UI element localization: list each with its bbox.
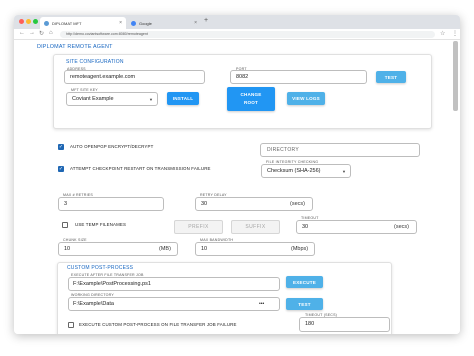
on-failure-label: EXECUTE CUSTOM POST-PROCESS ON FILE TRAN…	[79, 322, 237, 327]
max-bandwidth-value: 10	[201, 246, 208, 252]
page-content: DIPLOMAT REMOTE AGENT SITE CONFIGURATION…	[14, 40, 460, 334]
chevron-down-icon: ▼	[342, 169, 346, 174]
scrollbar-thumb[interactable]	[453, 41, 458, 111]
port-field[interactable]: 8082	[230, 70, 367, 84]
post-process-title: CUSTOM POST-PROCESS	[67, 265, 134, 271]
tab-google[interactable]: Google ×	[127, 17, 201, 29]
tab-diplomat-mft[interactable]: DIPLOMAT MFT ×	[40, 17, 126, 29]
working-directory-field[interactable]: F:\Example\Data •••	[68, 297, 280, 311]
retry-delay-value: 30	[201, 201, 208, 207]
temp-filenames-checkbox[interactable]	[62, 222, 68, 228]
new-tab-button[interactable]: +	[204, 17, 208, 24]
retry-delay-unit: (secs)	[290, 201, 305, 207]
on-failure-checkbox[interactable]	[68, 322, 74, 328]
post-timeout-field[interactable]: 180	[299, 317, 390, 332]
max-retries-field[interactable]: 3	[58, 197, 164, 211]
working-directory-value: F:\Example\Data	[73, 301, 114, 307]
chevron-down-icon: ▼	[149, 97, 153, 102]
execute-after-value: F:\Example\PostProcessing.ps1	[73, 281, 151, 287]
tab-label: DIPLOMAT MFT	[52, 20, 82, 26]
auto-openpgp-checkbox[interactable]: ✓	[58, 144, 64, 150]
timeout-value: 30	[302, 224, 309, 230]
chunk-size-field[interactable]: 10 (MB)	[58, 242, 178, 256]
view-logs-button[interactable]: VIEW LOGS	[287, 92, 325, 105]
diplomat-favicon-icon	[44, 20, 49, 26]
execute-button[interactable]: EXECUTE	[286, 276, 323, 288]
back-icon[interactable]: ←	[19, 30, 25, 36]
auto-openpgp-label: AUTO OPENPGP ENCRYPT/DECRYPT	[70, 144, 154, 149]
tab-bar: DIPLOMAT MFT × Google × +	[14, 15, 460, 29]
max-retries-value: 3	[64, 201, 68, 207]
change-root-button[interactable]: CHANGE ROOT	[227, 87, 275, 111]
integrity-value: Checksum (SHA-256)	[267, 168, 321, 174]
directory-field[interactable]: DIRECTORY	[260, 143, 420, 157]
post-process-test-button[interactable]: TEST	[286, 298, 323, 310]
url-input[interactable]: http://demo.coviantsoftware.com:8080/rem…	[60, 31, 435, 38]
site-configuration-panel: SITE CONFIGURATION ADDRESS remoteagent.e…	[53, 54, 432, 129]
timeout-unit: (secs)	[394, 224, 409, 230]
max-bandwidth-field[interactable]: 10 (Mbps)	[195, 242, 315, 256]
site-test-button[interactable]: TEST	[376, 71, 406, 83]
chunk-size-value: 10	[64, 246, 71, 252]
post-timeout-value: 180	[305, 321, 315, 327]
home-icon[interactable]: ⌂	[49, 30, 53, 36]
maximize-window-icon[interactable]	[33, 19, 38, 24]
forward-icon[interactable]: →	[29, 30, 35, 36]
address-bar: ← → ↻ ⌂ http://demo.coviantsoftware.com:…	[14, 29, 460, 40]
tab-close-icon[interactable]: ×	[194, 20, 197, 26]
site-key-select[interactable]: Coviant Example ▼	[66, 92, 158, 106]
chunk-size-unit: (MB)	[159, 246, 171, 252]
reload-icon[interactable]: ↻	[39, 30, 44, 37]
browse-more-icon[interactable]: •••	[259, 301, 264, 307]
port-value: 8082	[236, 74, 249, 80]
prefix-field: PREFIX	[174, 220, 223, 234]
checkpoint-restart-checkbox[interactable]: ✓	[58, 166, 64, 172]
site-key-value: Coviant Example	[72, 96, 114, 102]
address-field[interactable]: remoteagent.example.com	[64, 70, 205, 84]
tab-label: Google	[139, 20, 152, 26]
directory-placeholder: DIRECTORY	[267, 147, 299, 153]
browser-menu-icon[interactable]: ⋮	[452, 30, 458, 37]
bookmark-star-icon[interactable]: ☆	[440, 30, 445, 37]
temp-filenames-label: USE TEMP FILENAMES	[75, 222, 127, 227]
google-favicon-icon	[131, 20, 136, 26]
close-window-icon[interactable]	[19, 19, 24, 24]
tab-close-icon[interactable]: ×	[119, 20, 122, 26]
page-title: DIPLOMAT REMOTE AGENT	[37, 44, 113, 50]
timeout-field[interactable]: 30 (secs)	[296, 220, 417, 234]
minimize-window-icon[interactable]	[26, 19, 31, 24]
integrity-select[interactable]: Checksum (SHA-256) ▼	[261, 164, 351, 178]
retry-delay-field[interactable]: 30 (secs)	[195, 197, 313, 211]
browser-window: DIPLOMAT MFT × Google × + ← → ↻ ⌂ http:/…	[14, 15, 460, 334]
install-button[interactable]: INSTALL	[167, 92, 199, 105]
address-value: remoteagent.example.com	[70, 74, 136, 80]
max-bandwidth-unit: (Mbps)	[291, 246, 309, 252]
execute-after-field[interactable]: F:\Example\PostProcessing.ps1	[68, 277, 280, 291]
site-configuration-title: SITE CONFIGURATION	[66, 59, 124, 65]
checkpoint-restart-label: ATTEMPT CHECKPOINT RESTART ON TRANSMISSI…	[70, 166, 211, 171]
custom-post-process-panel: CUSTOM POST-PROCESS EXECUTE AFTER FILE T…	[57, 262, 392, 334]
suffix-field: SUFFIX	[231, 220, 280, 234]
